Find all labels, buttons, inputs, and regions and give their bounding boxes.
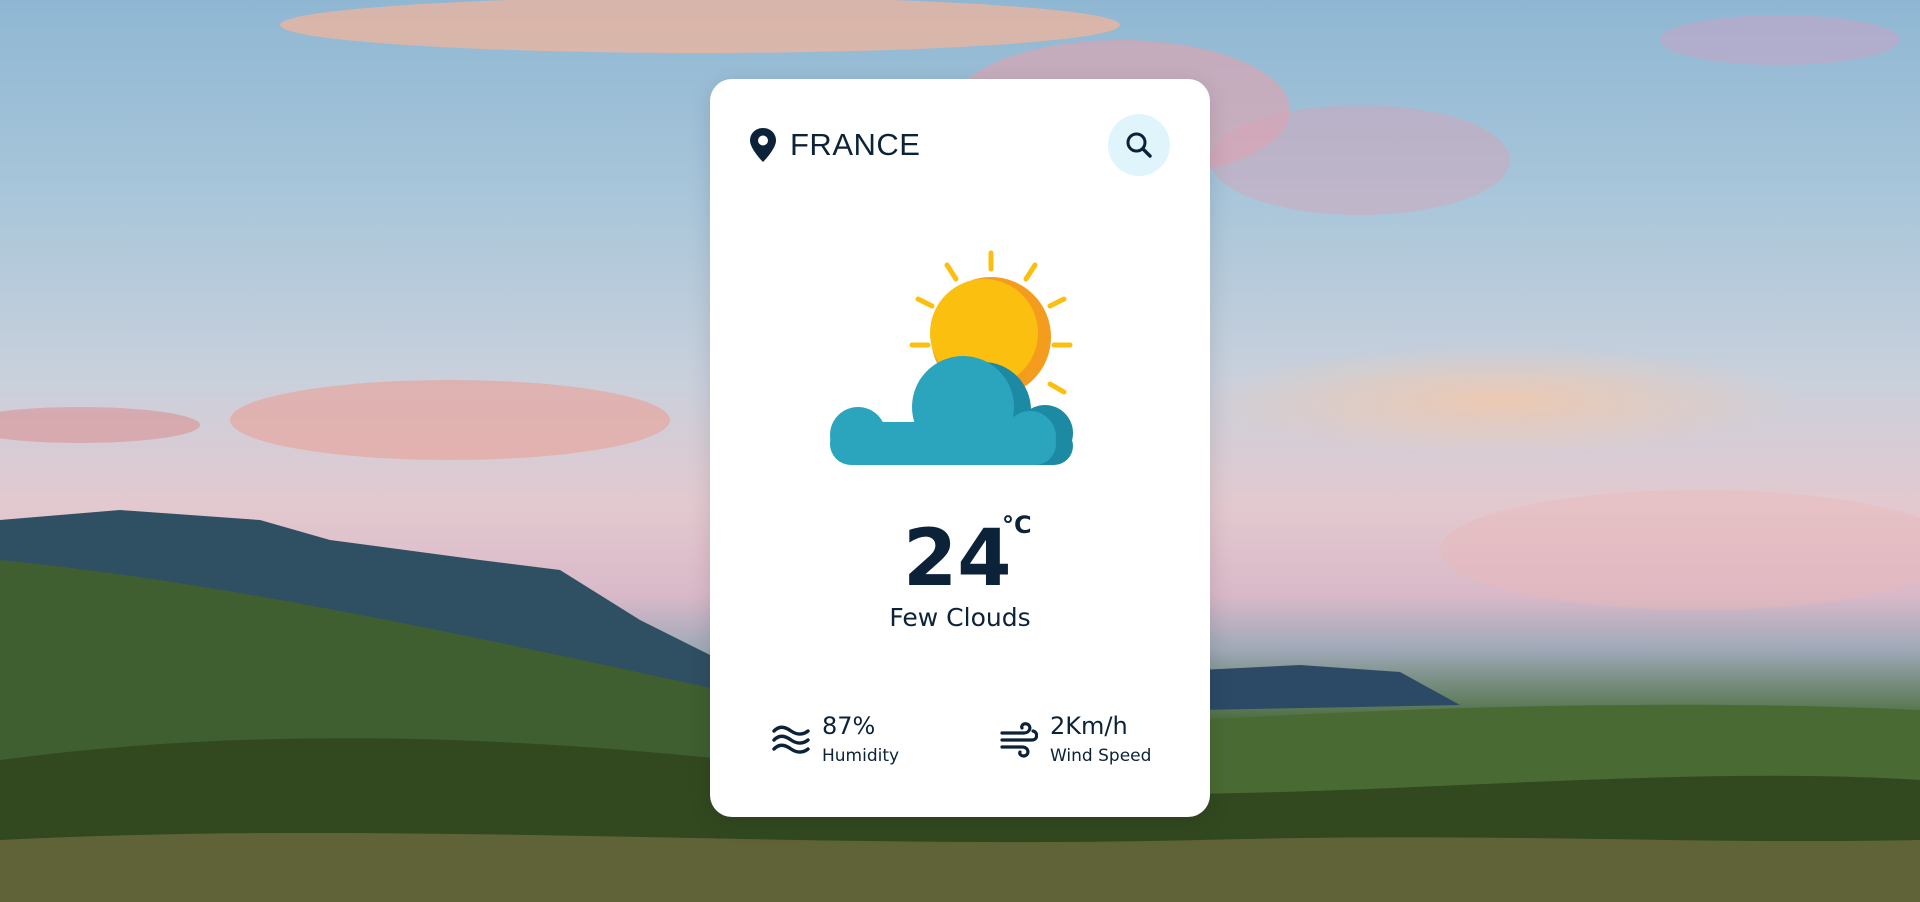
sun-behind-cloud-icon <box>830 250 1073 465</box>
humidity-value: 87% <box>822 712 876 740</box>
search-icon <box>1126 132 1152 158</box>
temperature-value: 24 <box>903 514 1012 604</box>
location-name: FRANCE <box>790 127 921 162</box>
search-button[interactable] <box>1108 114 1170 176</box>
weather-condition: Few Clouds <box>889 603 1031 632</box>
temperature-block: 24 °C <box>710 509 1210 609</box>
weather-card: FRANCE 24 °C Few Clouds 87% Humidity 2Km… <box>710 79 1210 817</box>
map-pin-icon <box>750 128 776 162</box>
wind-icon <box>1000 722 1038 758</box>
humidity-label: Humidity <box>822 746 900 766</box>
humidity-waves-icon <box>772 725 810 754</box>
app-background: FRANCE 24 °C Few Clouds 87% Humidity 2Km… <box>0 0 1920 902</box>
temperature-unit: °C <box>1002 511 1032 539</box>
wind-speed-label: Wind Speed <box>1050 746 1152 766</box>
wind-speed-value: 2Km/h <box>1050 712 1128 740</box>
